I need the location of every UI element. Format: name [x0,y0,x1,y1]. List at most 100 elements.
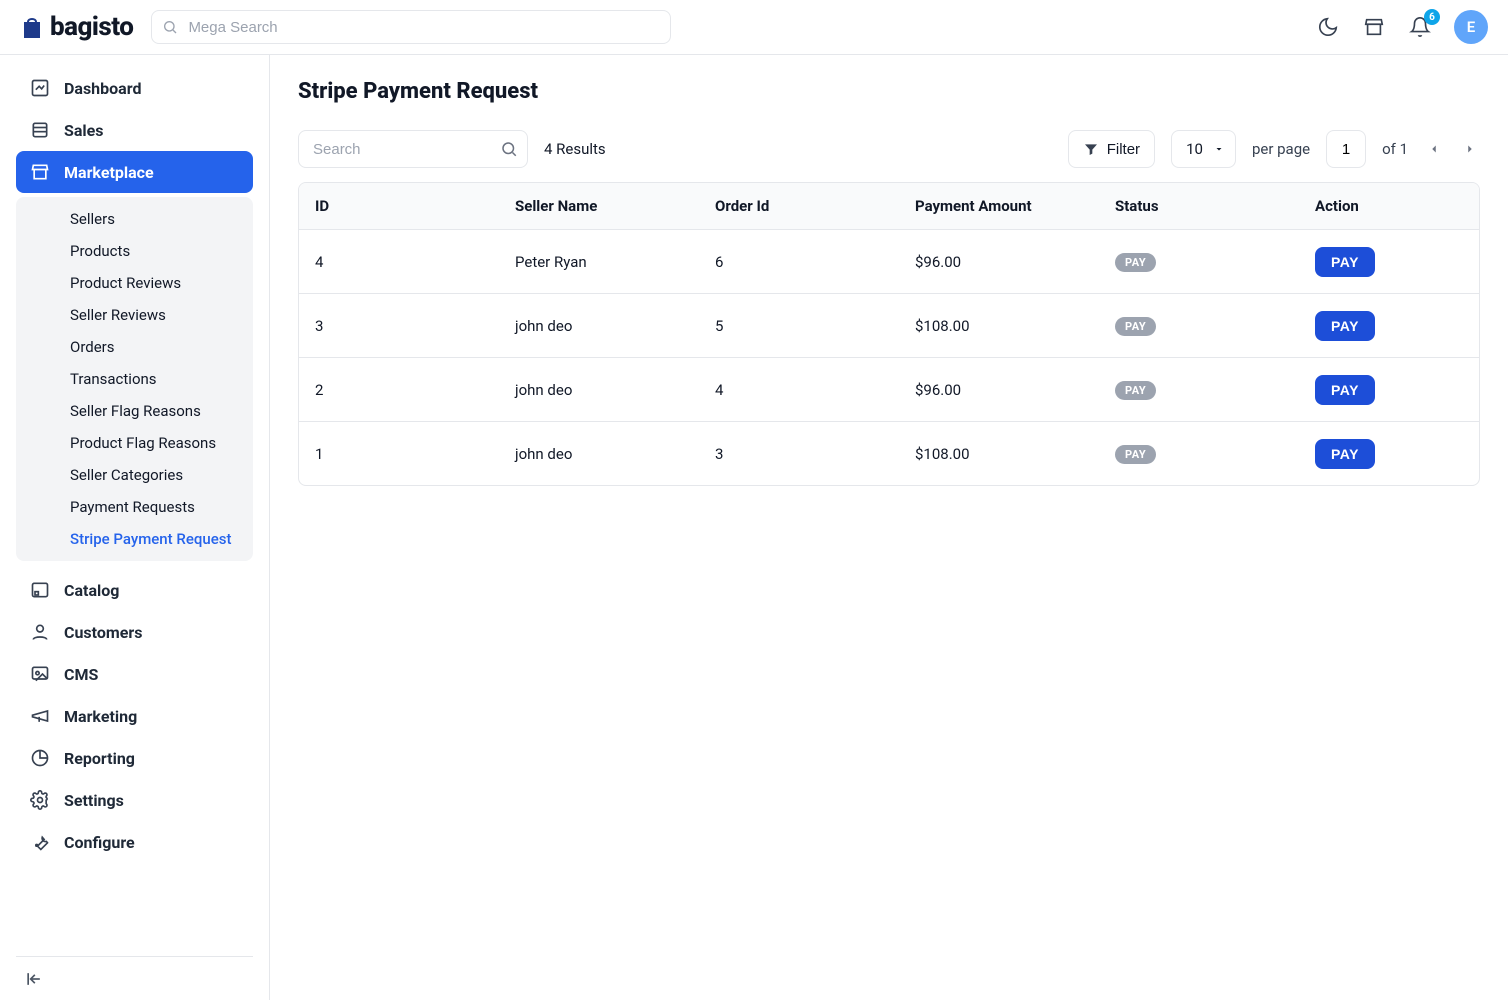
sidebar-item-cms[interactable]: CMS [16,653,253,695]
toolbar: 4 Results Filter 10 per page of 1 [298,130,1480,168]
chevron-right-icon [1463,142,1477,156]
settings-icon [30,790,50,810]
sub-item-transactions[interactable]: Transactions [16,363,253,395]
sub-item-orders[interactable]: Orders [16,331,253,363]
cell-amount: $108.00 [899,317,1099,335]
marketing-icon [30,706,50,726]
page-size-select[interactable]: 10 [1171,130,1236,168]
sidebar-item-label: Sales [64,121,104,140]
sub-item-label: Payment Requests [70,498,195,516]
filter-button[interactable]: Filter [1068,130,1155,168]
cell-amount: $96.00 [899,253,1099,271]
data-table: ID Seller Name Order Id Payment Amount S… [298,182,1480,486]
sub-item-seller-categories[interactable]: Seller Categories [16,459,253,491]
filter-label: Filter [1107,141,1140,158]
sub-item-products[interactable]: Products [16,235,253,267]
page-input[interactable] [1326,130,1366,168]
sidebar-item-label: Marketplace [64,163,154,182]
sub-item-label: Transactions [70,370,157,388]
user-avatar[interactable]: E [1454,10,1488,44]
sidebar-item-marketing[interactable]: Marketing [16,695,253,737]
cell-action: PAY [1299,375,1479,405]
dark-mode-toggle[interactable] [1316,15,1340,39]
cell-order: 4 [699,381,899,399]
status-badge: PAY [1115,381,1156,400]
sidebar-item-sales[interactable]: Sales [16,109,253,151]
sidebar: Dashboard Sales Marketplace Sellers Prod… [0,55,270,1000]
sub-item-stripe-payment-request[interactable]: Stripe Payment Request [16,523,253,555]
sidebar-item-label: Settings [64,791,124,810]
cms-icon [30,664,50,684]
pay-button[interactable]: PAY [1315,247,1375,277]
mega-search-input[interactable] [151,10,671,44]
brand-text: bagisto [50,12,133,42]
sub-item-sellers[interactable]: Sellers [16,203,253,235]
sub-item-label: Product Reviews [70,274,181,292]
col-payment-amount: Payment Amount [899,197,1099,215]
table-row: 2john deo4$96.00PAYPAY [299,357,1479,421]
col-order-id: Order Id [699,197,899,215]
search-icon [500,140,518,158]
page-prev-button[interactable] [1424,139,1444,159]
cell-seller: john deo [499,381,699,399]
search-input[interactable] [298,130,528,168]
cell-id: 4 [299,253,499,271]
sidebar-item-label: Catalog [64,581,119,600]
pay-button[interactable]: PAY [1315,375,1375,405]
sidebar-item-dashboard[interactable]: Dashboard [16,67,253,109]
status-badge: PAY [1115,317,1156,336]
collapse-sidebar-button[interactable] [16,956,253,1000]
cell-status: PAY [1099,252,1299,272]
page-title: Stripe Payment Request [298,79,1480,104]
sidebar-item-label: Marketing [64,707,137,726]
sidebar-item-reporting[interactable]: Reporting [16,737,253,779]
sidebar-item-catalog[interactable]: Catalog [16,569,253,611]
notification-badge: 6 [1424,9,1440,25]
notifications-button[interactable]: 6 [1408,15,1432,39]
cell-order: 3 [699,445,899,463]
sidebar-item-configure[interactable]: Configure [16,821,253,863]
table-body: 4Peter Ryan6$96.00PAYPAY3john deo5$108.0… [299,229,1479,485]
sub-item-label: Seller Flag Reasons [70,402,201,420]
cell-seller: john deo [499,317,699,335]
table-search [298,130,528,168]
results-count: 4 Results [544,140,606,158]
sidebar-item-label: Reporting [64,749,135,768]
mega-search [151,10,671,44]
sub-item-label: Stripe Payment Request [70,530,231,548]
cell-id: 2 [299,381,499,399]
sidebar-item-label: Configure [64,833,135,852]
per-page-label: per page [1252,140,1310,158]
sub-item-label: Product Flag Reasons [70,434,216,452]
marketplace-submenu: Sellers Products Product Reviews Seller … [16,197,253,561]
table-header-row: ID Seller Name Order Id Payment Amount S… [299,183,1479,229]
status-badge: PAY [1115,445,1156,464]
sub-item-product-flag-reasons[interactable]: Product Flag Reasons [16,427,253,459]
pay-button[interactable]: PAY [1315,311,1375,341]
status-badge: PAY [1115,253,1156,272]
page-next-button[interactable] [1460,139,1480,159]
chevron-down-icon [1213,143,1225,155]
sidebar-item-customers[interactable]: Customers [16,611,253,653]
sub-item-payment-requests[interactable]: Payment Requests [16,491,253,523]
cell-id: 1 [299,445,499,463]
sub-item-product-reviews[interactable]: Product Reviews [16,267,253,299]
sub-item-seller-flag-reasons[interactable]: Seller Flag Reasons [16,395,253,427]
sub-item-seller-reviews[interactable]: Seller Reviews [16,299,253,331]
sub-item-label: Orders [70,338,115,356]
cell-status: PAY [1099,380,1299,400]
sidebar-item-marketplace[interactable]: Marketplace [16,151,253,193]
search-icon [162,19,178,35]
sidebar-item-settings[interactable]: Settings [16,779,253,821]
cell-status: PAY [1099,444,1299,464]
chevron-left-icon [1427,142,1441,156]
cell-action: PAY [1299,247,1479,277]
sidebar-item-label: Customers [64,623,142,642]
page-size-value: 10 [1186,140,1203,158]
storefront-link[interactable] [1362,15,1386,39]
pay-button[interactable]: PAY [1315,439,1375,469]
col-action: Action [1299,197,1479,215]
brand-logo[interactable]: bagisto [20,12,133,42]
table-row: 3john deo5$108.00PAYPAY [299,293,1479,357]
cell-seller: Peter Ryan [499,253,699,271]
